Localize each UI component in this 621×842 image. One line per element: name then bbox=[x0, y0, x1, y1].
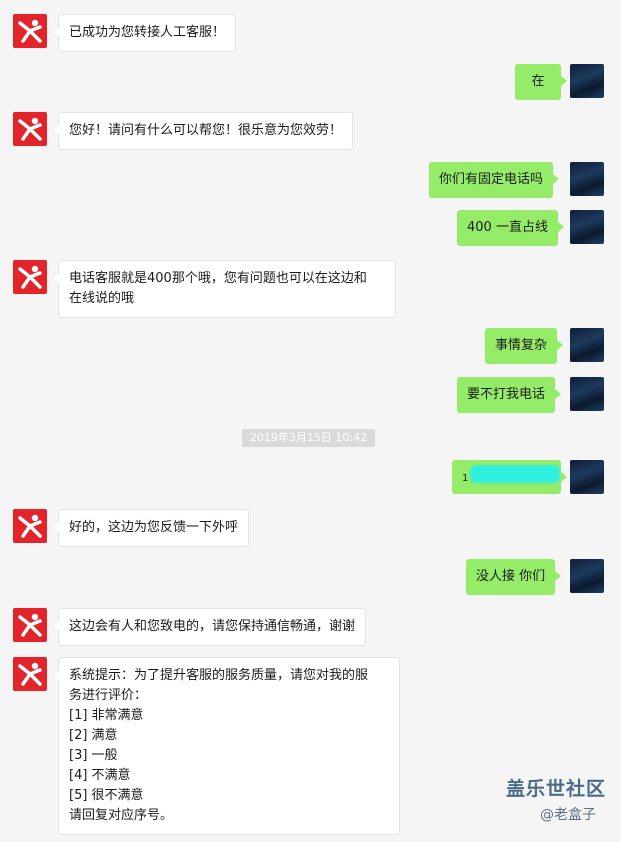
user-avatar[interactable] bbox=[570, 328, 604, 362]
bot-logo-icon bbox=[18, 514, 42, 538]
bot-avatar[interactable] bbox=[13, 14, 47, 48]
message-text: 要不打我电话 bbox=[467, 387, 546, 402]
message-bubble[interactable]: 事情复杂 bbox=[485, 328, 564, 364]
message-bubble[interactable]: 你们有固定电话吗 bbox=[429, 162, 560, 198]
rating-option: [5] 很不满意 bbox=[69, 788, 144, 803]
message-line: 系统提示：为了提升客服的服务质量，请您对我的服 bbox=[69, 668, 369, 683]
bot-logo-icon bbox=[18, 19, 42, 43]
bot-avatar[interactable] bbox=[13, 509, 47, 543]
watermark-title: 盖乐世社区 bbox=[506, 778, 607, 800]
bot-avatar[interactable] bbox=[13, 260, 47, 294]
rating-option: [2] 满意 bbox=[69, 728, 118, 743]
message-text: 这边会有人和您致电的，请您保持通信畅通，谢谢 bbox=[69, 619, 356, 634]
message-text: 事情复杂 bbox=[495, 338, 548, 353]
redaction-mark bbox=[470, 465, 560, 483]
bot-logo-icon bbox=[18, 117, 42, 141]
message-text: 400 一直占线 bbox=[467, 220, 548, 235]
timestamp: 2019年3月15日 10:42 bbox=[242, 429, 375, 447]
user-avatar[interactable] bbox=[570, 162, 604, 196]
message-bubble[interactable]: 系统提示：为了提升客服的服务质量，请您对我的服 务进行评价： [1] 非常满意 … bbox=[53, 657, 400, 835]
message-line: 在线说的哦 bbox=[69, 291, 135, 306]
message-bubble[interactable]: 好的，这边为您反馈一下外呼 bbox=[52, 509, 250, 547]
rating-option: [1] 非常满意 bbox=[69, 708, 144, 723]
message-text: 在 bbox=[531, 74, 545, 89]
message-bubble[interactable]: 电话客服就是400那个哦，您有问题也可以在这边和 在线说的哦 bbox=[53, 260, 396, 318]
message-text: 您好！请问有什么可以帮您！很乐意为您效劳！ bbox=[69, 123, 343, 138]
message-bubble[interactable]: 已成功为您转接人工客服！ bbox=[52, 14, 237, 52]
user-avatar[interactable] bbox=[570, 210, 604, 244]
rating-option: [3] 一般 bbox=[69, 748, 118, 763]
message-bubble[interactable]: 400 一直占线 bbox=[457, 210, 564, 246]
bot-avatar[interactable] bbox=[13, 608, 47, 642]
message-bubble[interactable]: 这边会有人和您致电的，请您保持通信畅通，谢谢 bbox=[52, 608, 367, 646]
message-bubble[interactable]: 要不打我电话 bbox=[457, 377, 562, 413]
message-bubble[interactable]: 您好！请问有什么可以帮您！很乐意为您效劳！ bbox=[52, 112, 354, 150]
bot-logo-icon bbox=[18, 613, 42, 637]
message-line: 电话客服就是400那个哦，您有问题也可以在这边和 bbox=[69, 271, 367, 286]
bot-logo-icon bbox=[18, 662, 42, 686]
watermark-author: @老盒子 bbox=[540, 807, 596, 823]
message-text: 没人接 你们 bbox=[476, 569, 546, 584]
user-avatar[interactable] bbox=[570, 460, 604, 494]
user-avatar[interactable] bbox=[570, 377, 604, 411]
message-text: 你们有固定电话吗 bbox=[439, 172, 544, 187]
bot-avatar[interactable] bbox=[13, 112, 47, 146]
rating-option: [4] 不满意 bbox=[69, 768, 131, 783]
message-line: 务进行评价： bbox=[69, 688, 148, 703]
message-text: 已成功为您转接人工客服！ bbox=[69, 25, 226, 40]
message-bubble[interactable]: 在 bbox=[515, 64, 567, 100]
message-text: 1 bbox=[462, 473, 469, 484]
bot-logo-icon bbox=[18, 265, 42, 289]
user-avatar[interactable] bbox=[570, 559, 604, 593]
message-text: 好的，这边为您反馈一下外呼 bbox=[69, 520, 239, 535]
message-bubble[interactable]: 没人接 你们 bbox=[466, 559, 562, 595]
user-avatar[interactable] bbox=[570, 64, 604, 98]
bot-avatar[interactable] bbox=[13, 657, 47, 691]
message-line: 请回复对应序号。 bbox=[69, 808, 174, 823]
